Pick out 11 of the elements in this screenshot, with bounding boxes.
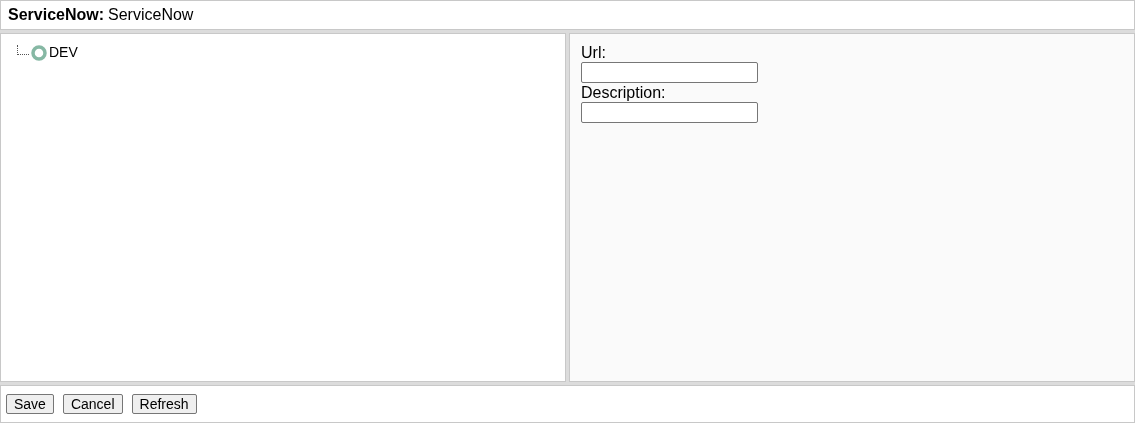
input-field[interactable] bbox=[581, 102, 758, 124]
node-icon bbox=[31, 44, 47, 61]
header-label: ServiceNow: bbox=[8, 5, 105, 25]
input-field[interactable] bbox=[581, 62, 758, 84]
field-label: Description: bbox=[581, 83, 667, 103]
field-label: Url: bbox=[581, 43, 607, 63]
header-value: ServiceNow bbox=[108, 5, 194, 25]
tree-node[interactable]: DEV bbox=[49, 42, 78, 63]
action-button[interactable]: Save bbox=[6, 393, 54, 415]
action-button[interactable]: Cancel bbox=[62, 393, 123, 415]
action-button[interactable]: Refresh bbox=[131, 393, 197, 415]
